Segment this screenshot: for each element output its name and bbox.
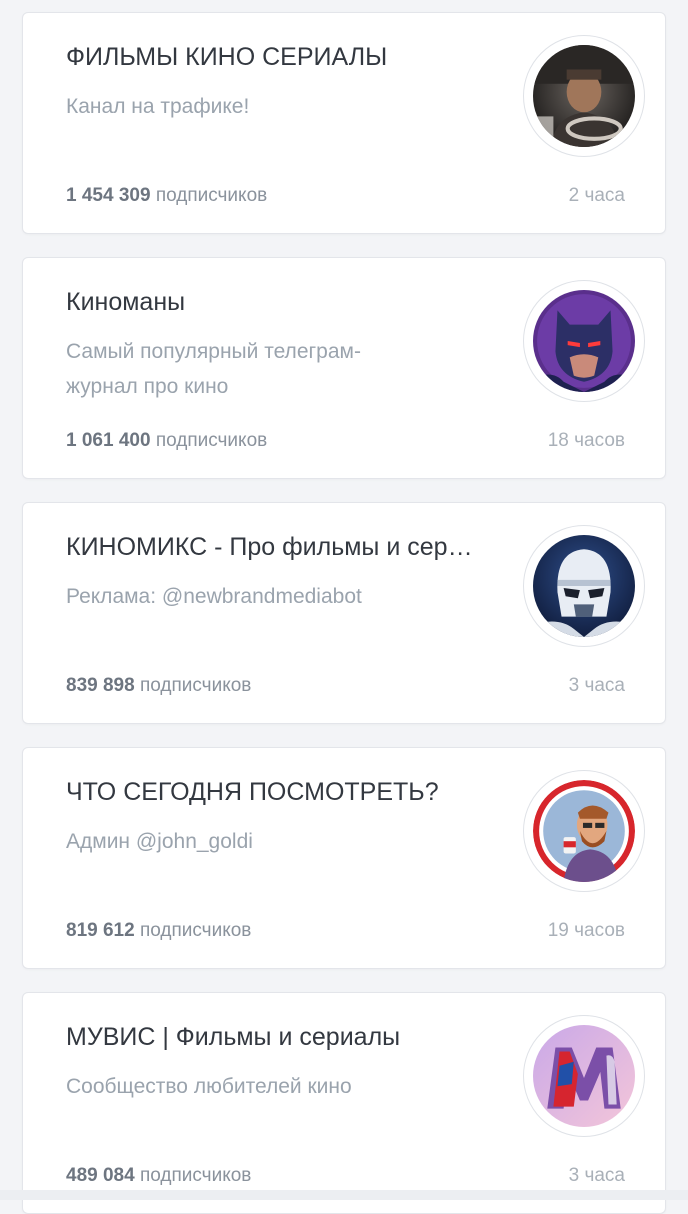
post-time: 3 часа: [568, 1165, 625, 1186]
subscriber-number: 819 612: [66, 920, 135, 941]
channel-avatar[interactable]: [523, 280, 645, 402]
channel-description: Самый популярный телеграм-журнал про кин…: [66, 340, 361, 398]
subscriber-count: 819 612 подписчиков: [66, 918, 251, 944]
channel-description: Админ @john_goldi: [66, 830, 253, 853]
subscriber-label: подписчиков: [139, 920, 252, 941]
channel-title: КИНОМИКС - Про фильмы и сериалы: [66, 533, 481, 561]
channel-avatar[interactable]: [523, 1015, 645, 1137]
stormtrooper-avatar-icon: [533, 535, 635, 637]
channel-avatar[interactable]: [523, 770, 645, 892]
subscriber-number: 839 898: [66, 675, 135, 696]
channel-title: МУВИС | Фильмы и сериалы: [66, 1023, 401, 1051]
channel-card[interactable]: Киноманы Самый популярный телеграм-журна…: [22, 257, 666, 479]
channel-card[interactable]: ЧТО СЕГОДНЯ ПОСМОТРЕТЬ? Админ @john_gold…: [22, 747, 666, 969]
bearded-man-avatar-icon: [533, 780, 635, 882]
channel-card[interactable]: МУВИС | Фильмы и сериалы Сообщество люби…: [22, 992, 666, 1214]
channel-card[interactable]: КИНОМИКС - Про фильмы и сериалы Реклама:…: [22, 502, 666, 724]
subscriber-label: подписчиков: [139, 1165, 252, 1186]
post-time: 2 часа: [568, 185, 625, 206]
channel-avatar[interactable]: [523, 35, 645, 157]
spiderman-m-logo-avatar-icon: [533, 1025, 635, 1127]
subscriber-count: 1 061 400 подписчиков: [66, 428, 267, 454]
channel-description: Канал на трафике!: [66, 95, 250, 118]
post-time: 18 часов: [547, 430, 625, 451]
batman-avatar-icon: [533, 290, 635, 392]
subscriber-label: подписчиков: [155, 430, 268, 451]
channel-title: Киноманы: [66, 288, 186, 316]
channel-description: Сообщество любителей кино: [66, 1075, 352, 1098]
subscriber-number: 1 061 400: [66, 430, 151, 451]
channel-description: Реклама: @newbrandmediabot: [66, 585, 362, 608]
subscriber-label: подписчиков: [155, 185, 268, 206]
channel-avatar[interactable]: [523, 525, 645, 647]
subscriber-count: 489 084 подписчиков: [66, 1163, 251, 1189]
subscriber-number: 1 454 309: [66, 185, 151, 206]
channel-card[interactable]: ФИЛЬМЫ КИНО СЕРИАЛЫ Канал на трафике! 1 …: [22, 12, 666, 234]
subscriber-number: 489 084: [66, 1165, 135, 1186]
subscriber-count: 1 454 309 подписчиков: [66, 183, 267, 209]
channel-list: ФИЛЬМЫ КИНО СЕРИАЛЫ Канал на трафике! 1 …: [0, 0, 688, 1214]
car-driver-avatar-icon: [533, 45, 635, 147]
list-bottom-edge: [0, 1190, 688, 1200]
channel-title: ФИЛЬМЫ КИНО СЕРИАЛЫ: [66, 43, 388, 71]
subscriber-count: 839 898 подписчиков: [66, 673, 251, 699]
post-time: 19 часов: [547, 920, 625, 941]
post-time: 3 часа: [568, 675, 625, 696]
subscriber-label: подписчиков: [139, 675, 252, 696]
channel-title: ЧТО СЕГОДНЯ ПОСМОТРЕТЬ?: [66, 778, 439, 806]
